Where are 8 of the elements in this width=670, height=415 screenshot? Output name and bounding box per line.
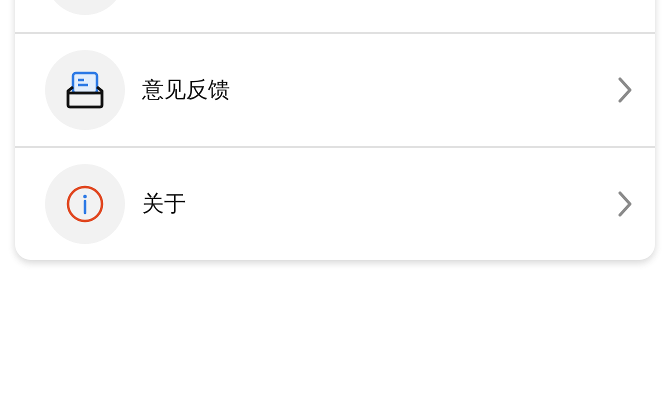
chevron-right-icon — [617, 76, 633, 104]
menu-row[interactable]: 关于 — [15, 146, 655, 260]
menu-label: 关于 — [142, 191, 187, 219]
menu-row[interactable]: 意见反馈 — [15, 32, 655, 146]
chevron-right-icon — [617, 190, 633, 218]
info-icon — [65, 184, 105, 224]
mail-icon — [65, 71, 105, 109]
menu-label: 意见反馈 — [142, 77, 231, 105]
